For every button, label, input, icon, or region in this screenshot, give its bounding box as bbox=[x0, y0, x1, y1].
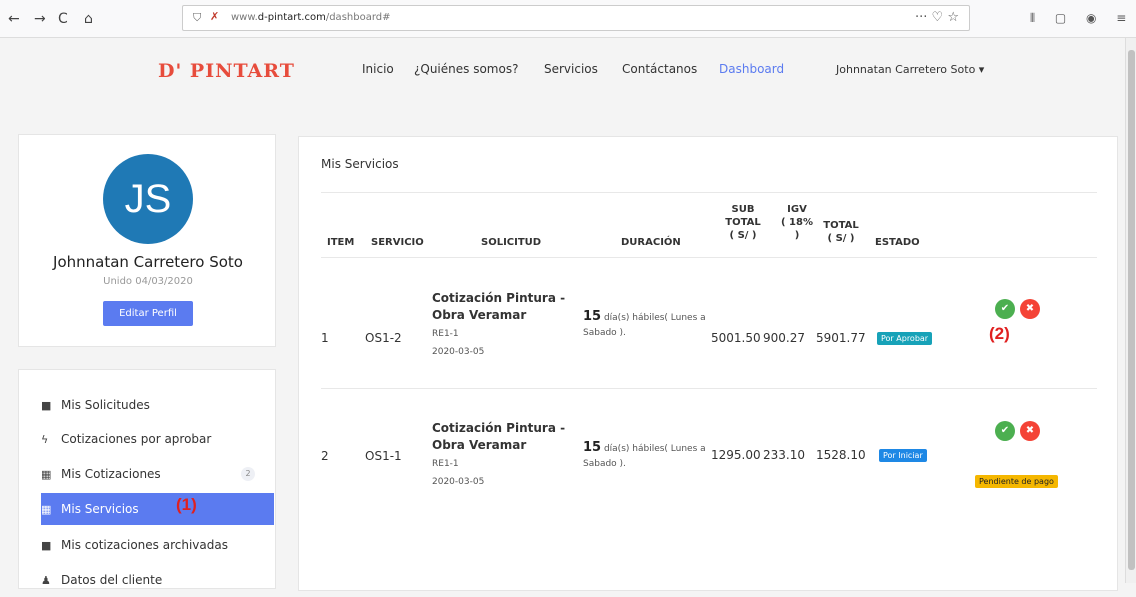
col-item: ITEM bbox=[327, 237, 355, 248]
cell-subtotal: 1295.00 bbox=[711, 448, 761, 462]
url-bar[interactable]: ⛉ ✗ www.d-pintart.com/dashboard# ··· ♡ ☆ bbox=[182, 5, 970, 31]
nav-contactanos[interactable]: Contáctanos bbox=[622, 62, 697, 76]
sidebar-item-label: Mis Solicitudes bbox=[61, 398, 150, 412]
divider bbox=[321, 192, 1097, 193]
cell-total: 5901.77 bbox=[816, 331, 866, 345]
cell-subtotal: 5001.50 bbox=[711, 331, 761, 345]
back-icon[interactable]: ← bbox=[8, 10, 20, 28]
user-menu[interactable]: Johnnatan Carretero Soto ▾ bbox=[836, 63, 984, 76]
reload-icon[interactable]: C bbox=[58, 10, 68, 28]
home-icon[interactable]: ⌂ bbox=[84, 10, 93, 28]
cell-solicitud-code: RE1-1 bbox=[432, 329, 459, 339]
cell-item: 1 bbox=[321, 331, 329, 345]
cell-solicitud-date: 2020-03-05 bbox=[432, 477, 485, 487]
folder-icon: ■ bbox=[41, 539, 52, 552]
cell-igv: 900.27 bbox=[763, 331, 805, 345]
sidebar-item-mis-cotizaciones[interactable]: ▦ Mis Cotizaciones 2 bbox=[41, 458, 277, 490]
col-estado: ESTADO bbox=[875, 237, 920, 248]
services-title: Mis Servicios bbox=[321, 157, 399, 171]
cell-item: 2 bbox=[321, 449, 329, 463]
count-badge: 2 bbox=[241, 467, 255, 481]
approve-icon[interactable]: ✔ bbox=[995, 421, 1015, 441]
scrollbar[interactable] bbox=[1125, 38, 1136, 583]
folder-icon: ■ bbox=[41, 399, 52, 412]
sidebar-item-label: Datos del cliente bbox=[61, 573, 163, 587]
cell-duracion: 15 día(s) hábiles( Lunes a Sabado ). bbox=[583, 440, 706, 469]
shield-icon: ⛉ bbox=[193, 11, 202, 24]
sidebar-item-label: Cotizaciones por aprobar bbox=[61, 432, 212, 446]
cell-duracion: 15 día(s) hábiles( Lunes a Sabado ). bbox=[583, 309, 706, 338]
col-servicio: SERVICIO bbox=[371, 237, 424, 248]
sidebar-menu: ■ Mis Solicitudes ϟ Cotizaciones por aprob… bbox=[18, 369, 276, 589]
col-subtotal: SUB TOTAL ( S/ ) bbox=[725, 204, 761, 241]
reject-icon[interactable]: ✖ bbox=[1020, 421, 1040, 441]
status-badge: Por Aprobar bbox=[877, 332, 933, 345]
cell-servicio: OS1-1 bbox=[365, 449, 402, 463]
sidebar-item-cotizaciones-por-aprobar[interactable]: ϟ Cotizaciones por aprobar bbox=[41, 423, 277, 455]
profile-name: Johnnatan Carretero Soto bbox=[53, 253, 243, 271]
site-logo[interactable]: D' PINTART bbox=[158, 60, 295, 82]
status-badge: Por Iniciar bbox=[879, 449, 927, 462]
sidebar-item-mis-servicios[interactable]: ▦ Mis Servicios bbox=[41, 493, 274, 525]
col-duracion: DURACIÓN bbox=[621, 237, 681, 248]
library-icon[interactable]: ⫴ ▢ ◉ ≡ bbox=[1030, 11, 1134, 26]
browser-toolbar: ← → C ⌂ ⛉ ✗ www.d-pintart.com/dashboard#… bbox=[0, 0, 1136, 38]
cell-servicio: OS1-2 bbox=[365, 331, 402, 345]
divider bbox=[321, 257, 1097, 258]
joined-date: Unido 04/03/2020 bbox=[103, 276, 193, 287]
annotation-2: (2) bbox=[989, 324, 1010, 343]
cell-solicitud-title: Cotización Pintura - Obra Veramar bbox=[432, 291, 566, 322]
avatar: JS bbox=[103, 154, 193, 244]
forward-icon[interactable]: → bbox=[34, 10, 46, 28]
cell-solicitud-title: Cotización Pintura - Obra Veramar bbox=[432, 421, 566, 452]
col-total: TOTAL ( S/ ) bbox=[823, 220, 859, 244]
cell-igv: 233.10 bbox=[763, 448, 805, 462]
nav-quienes-somos[interactable]: ¿Quiénes somos? bbox=[414, 62, 518, 76]
page-actions-icon[interactable]: ··· ♡ ☆ bbox=[915, 10, 959, 25]
url-text: www.d-pintart.com/dashboard# bbox=[231, 12, 391, 23]
user-icon: ♟ bbox=[41, 574, 51, 587]
sidebar-item-label: Mis Cotizaciones bbox=[61, 467, 161, 481]
pending-payment-badge: Pendiente de pago bbox=[975, 475, 1058, 488]
sidebar-item-mis-solicitudes[interactable]: ■ Mis Solicitudes bbox=[41, 389, 277, 421]
approve-icon[interactable]: ✔ bbox=[995, 299, 1015, 319]
scroll-thumb[interactable] bbox=[1128, 50, 1135, 570]
bolt-icon: ϟ bbox=[41, 433, 49, 446]
divider bbox=[321, 388, 1097, 389]
cell-solicitud-code: RE1-1 bbox=[432, 459, 459, 469]
edit-profile-button[interactable]: Editar Perfil bbox=[103, 301, 193, 326]
lock-icon: ✗ bbox=[210, 10, 220, 23]
reject-icon[interactable]: ✖ bbox=[1020, 299, 1040, 319]
services-card: Mis Servicios ITEM SERVICIO SOLICITUD DU… bbox=[298, 136, 1118, 591]
calculator-icon: ▦ bbox=[41, 503, 52, 516]
col-igv: IGV ( 18% ) bbox=[781, 204, 813, 241]
col-solicitud: SOLICITUD bbox=[481, 237, 542, 248]
nav-inicio[interactable]: Inicio bbox=[362, 62, 394, 76]
nav-servicios[interactable]: Servicios bbox=[544, 62, 598, 76]
page: D' PINTART Inicio ¿Quiénes somos? Servic… bbox=[0, 38, 1125, 591]
cell-total: 1528.10 bbox=[816, 448, 866, 462]
sidebar-item-label: Mis cotizaciones archivadas bbox=[61, 538, 228, 552]
cell-solicitud-date: 2020-03-05 bbox=[432, 347, 485, 357]
annotation-1: (1) bbox=[176, 495, 197, 514]
sidebar-item-cotizaciones-archivadas[interactable]: ■ Mis cotizaciones archivadas bbox=[41, 529, 277, 561]
profile-card: JS Johnnatan Carretero Soto Unido 04/03/… bbox=[18, 134, 276, 347]
sidebar-item-label: Mis Servicios bbox=[61, 502, 139, 516]
sidebar-item-datos-cliente[interactable]: ♟ Datos del cliente bbox=[41, 564, 277, 596]
calculator-icon: ▦ bbox=[41, 468, 52, 481]
nav-dashboard[interactable]: Dashboard bbox=[719, 62, 784, 76]
